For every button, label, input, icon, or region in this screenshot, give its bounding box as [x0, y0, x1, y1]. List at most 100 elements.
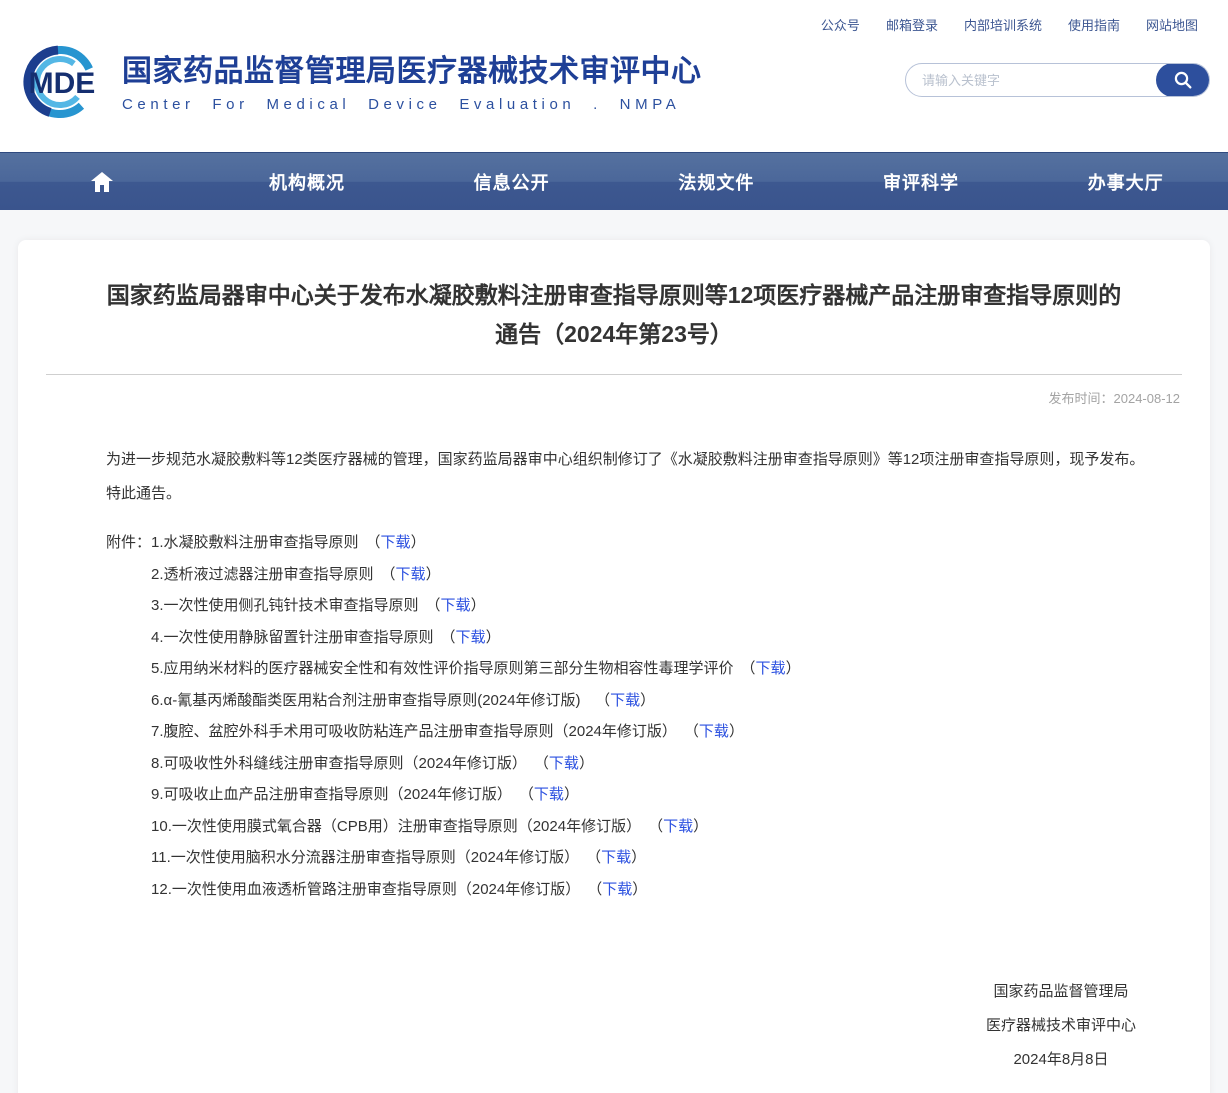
download-wrap: （下载）	[381, 566, 441, 583]
home-icon	[90, 171, 114, 193]
attachment-title: 8.可吸收性外科缝线注册审查指导原则（2024年修订版）	[151, 755, 534, 772]
article-paragraph-1: 为进一步规范水凝胶敷料等12类医疗器械的管理，国家药监局器审中心组织制修订了《水…	[60, 443, 1168, 477]
paren-close: ）	[693, 818, 708, 835]
attachment-title: 5.应用纳米材料的医疗器械安全性和有效性评价指导原则第三部分生物相容性毒理学评价	[151, 660, 734, 677]
download-link[interactable]: 下载	[549, 755, 579, 772]
cmde-logo-icon: MDE	[16, 36, 118, 128]
download-link[interactable]: 下载	[534, 786, 564, 803]
paren-close: ）	[729, 723, 744, 740]
top-utility-link[interactable]: 内部培训系统	[964, 15, 1042, 34]
download-link[interactable]: 下载	[602, 881, 632, 898]
search-input[interactable]	[906, 64, 1157, 96]
paren-close: ）	[579, 755, 594, 772]
site-header: 公众号 邮箱登录 内部培训系统 使用指南 网站地图 MDE 国家药品监督管理局医…	[0, 0, 1228, 152]
nav-item[interactable]: 信息公开	[409, 153, 614, 210]
download-wrap: （下载）	[426, 597, 486, 614]
top-utility-links: 公众号 邮箱登录 内部培训系统 使用指南 网站地图	[821, 15, 1198, 34]
paren-close: ）	[486, 629, 501, 646]
title-divider	[46, 374, 1182, 375]
paren-open: （	[366, 534, 381, 551]
logo-text: MDE	[29, 67, 96, 100]
paren-close: ）	[471, 597, 486, 614]
paren-open: （	[426, 597, 441, 614]
top-utility-link[interactable]: 网站地图	[1146, 15, 1198, 34]
download-wrap: （下载）	[594, 849, 647, 866]
site-title: 国家药品监督管理局医疗器械技术审评中心 Center For Medical D…	[122, 52, 702, 113]
download-link[interactable]: 下载	[396, 566, 426, 583]
attachment-item: 3.一次性使用侧孔钝针技术审查指导原则 （下载）	[151, 590, 801, 622]
top-utility-link[interactable]: 使用指南	[1068, 15, 1120, 34]
attachment-item: 5.应用纳米材料的医疗器械安全性和有效性评价指导原则第三部分生物相容性毒理学评价…	[151, 653, 801, 685]
article-paragraph-2: 特此通告。	[60, 477, 1168, 511]
download-link[interactable]: 下载	[756, 660, 786, 677]
download-link[interactable]: 下载	[699, 723, 729, 740]
top-utility-link[interactable]: 邮箱登录	[886, 15, 938, 34]
attachment-title: 11.一次性使用脑积水分流器注册审查指导原则（2024年修订版）	[151, 849, 587, 866]
site-title-en: Center For Medical Device Evaluation . N…	[122, 96, 702, 113]
paren-close: ）	[786, 660, 801, 677]
attachment-title: 7.腹腔、盆腔外科手术用可吸收防粘连产品注册审查指导原则（2024年修订版）	[151, 723, 684, 740]
paren-close: ）	[631, 849, 646, 866]
paren-open: （	[741, 660, 756, 677]
publish-time-label: 发布时间：	[1048, 391, 1113, 406]
attachment-item: 4.一次性使用静脉留置针注册审查指导原则（下载）	[151, 622, 801, 654]
download-link[interactable]: 下载	[601, 849, 631, 866]
nav-item[interactable]: 法规文件	[614, 153, 819, 210]
download-wrap: （下载）	[366, 534, 426, 551]
site-title-zh: 国家药品监督管理局医疗器械技术审评中心	[122, 52, 702, 92]
publish-time-value: 2024-08-12	[1114, 391, 1181, 406]
search-button[interactable]	[1156, 63, 1210, 97]
signature-org-line2: 医疗器械技术审评中心	[986, 1009, 1136, 1043]
nav-item[interactable]: 审评科学	[819, 153, 1024, 210]
paren-open: （	[656, 818, 664, 835]
attachment-item: 9.可吸收止血产品注册审查指导原则（2024年修订版） （下载）	[151, 779, 801, 811]
search-box	[905, 63, 1210, 97]
search-icon	[1173, 70, 1193, 90]
paren-close: ）	[632, 881, 647, 898]
nav-item[interactable]: 机构概况	[205, 153, 410, 210]
attachment-item: 11.一次性使用脑积水分流器注册审查指导原则（2024年修订版） （下载）	[151, 842, 801, 874]
nav-item-home[interactable]	[0, 153, 205, 210]
top-utility-link[interactable]: 公众号	[821, 15, 860, 34]
download-wrap: （下载）	[595, 881, 648, 898]
attachment-title: 9.可吸收止血产品注册审查指导原则（2024年修订版）	[151, 786, 519, 803]
attachment-title: 4.一次性使用静脉留置针注册审查指导原则	[151, 629, 434, 646]
attachment-item: 6.α-氰基丙烯酸酯类医用粘合剂注册审查指导原则(2024年修订版) （下载）	[151, 685, 801, 717]
attachment-item: 8.可吸收性外科缝线注册审查指导原则（2024年修订版） （下载）	[151, 748, 801, 780]
signature-block: 国家药品监督管理局 医疗器械技术审评中心 2024年8月8日	[986, 975, 1136, 1077]
download-wrap: （下载）	[541, 755, 594, 772]
download-link[interactable]: 下载	[456, 629, 486, 646]
article-title: 国家药监局器审中心关于发布水凝胶敷料注册审查指导原则等12项医疗器械产品注册审查…	[98, 276, 1130, 354]
paren-close: ）	[640, 692, 655, 709]
attachment-title: 1.水凝胶敷料注册审查指导原则	[151, 534, 359, 551]
attachments-label: 附件：	[106, 527, 151, 905]
download-link[interactable]: 下载	[610, 692, 640, 709]
paren-close: ）	[426, 566, 441, 583]
paren-open: （	[526, 786, 534, 803]
attachment-title: 12.一次性使用血液透析管路注册审查指导原则（2024年修订版）	[151, 881, 588, 898]
nav-item[interactable]: 办事大厅	[1023, 153, 1228, 210]
publish-time-row: 发布时间：2024-08-12	[46, 388, 1182, 407]
site-logo[interactable]: MDE 国家药品监督管理局医疗器械技术审评中心 Center For Medic…	[16, 36, 702, 128]
attachment-item: 12.一次性使用血液透析管路注册审查指导原则（2024年修订版） （下载）	[151, 874, 801, 906]
attachments-section: 附件： 1.水凝胶敷料注册审查指导原则（下载） 2.透析液过滤器注册审查指导原则…	[60, 527, 1168, 905]
download-link[interactable]: 下载	[663, 818, 693, 835]
paren-open: （	[381, 566, 396, 583]
paren-close: ）	[411, 534, 426, 551]
paren-open: （	[541, 755, 549, 772]
attachment-item: 1.水凝胶敷料注册审查指导原则 （下载）	[151, 527, 801, 559]
signature-org-line1: 国家药品监督管理局	[986, 975, 1136, 1009]
attachment-item: 2.透析液过滤器注册审查指导原则 （下载）	[151, 559, 801, 591]
attachment-title: 10.一次性使用膜式氧合器（CPB用）注册审查指导原则（2024年修订版）	[151, 818, 649, 835]
attachment-title: 2.透析液过滤器注册审查指导原则	[151, 566, 374, 583]
paren-close: ）	[564, 786, 579, 803]
download-wrap: （下载）	[691, 723, 744, 740]
download-link[interactable]: 下载	[441, 597, 471, 614]
paren-open: （	[691, 723, 699, 740]
attachment-item: 10.一次性使用膜式氧合器（CPB用）注册审查指导原则（2024年修订版） （下…	[151, 811, 801, 843]
article-body: 为进一步规范水凝胶敷料等12类医疗器械的管理，国家药监局器审中心组织制修订了《水…	[46, 443, 1182, 1077]
attachment-item: 7.腹腔、盆腔外科手术用可吸收防粘连产品注册审查指导原则（2024年修订版） （…	[151, 716, 801, 748]
attachment-title: 3.一次性使用侧孔钝针技术审查指导原则	[151, 597, 419, 614]
download-link[interactable]: 下载	[381, 534, 411, 551]
article-container: 国家药监局器审中心关于发布水凝胶敷料注册审查指导原则等12项医疗器械产品注册审查…	[18, 240, 1210, 1093]
